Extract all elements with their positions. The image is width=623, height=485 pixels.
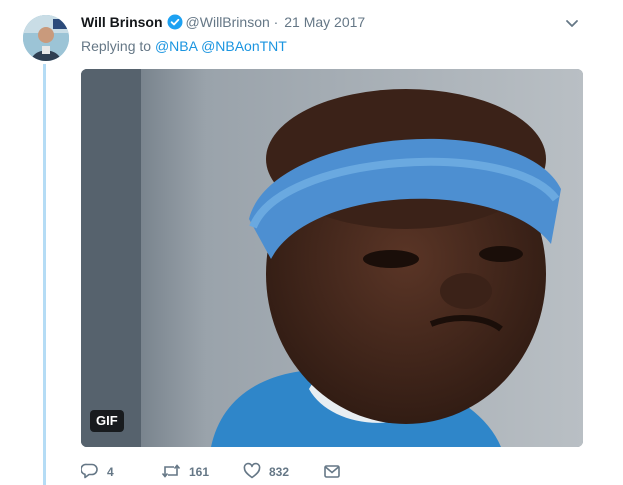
message-icon xyxy=(324,465,340,478)
mention-nbaontnt[interactable]: @NBAonTNT xyxy=(201,38,287,54)
tweet-header: Will Brinson @WillBrinson · 21 May 2017 xyxy=(81,12,365,32)
replying-to-label: Replying to xyxy=(81,38,152,54)
tweet-date[interactable]: 21 May 2017 xyxy=(284,14,365,30)
like-button[interactable]: 832 xyxy=(243,462,289,482)
like-icon xyxy=(243,462,261,479)
gif-media[interactable]: GIF xyxy=(81,69,583,447)
retweet-button[interactable]: 161 xyxy=(161,462,209,482)
author-handle[interactable]: @WillBrinson xyxy=(186,14,270,30)
avatar[interactable] xyxy=(23,15,69,61)
retweet-icon xyxy=(161,464,181,478)
reply-count: 4 xyxy=(107,465,114,479)
replying-to: Replying to @NBA @NBAonTNT xyxy=(81,36,287,56)
reply-button[interactable]: 4 xyxy=(80,462,114,482)
mention-nba[interactable]: @NBA xyxy=(155,38,197,54)
like-count: 832 xyxy=(269,465,290,479)
gif-image xyxy=(81,69,583,447)
gif-badge: GIF xyxy=(90,410,124,432)
tweet-card[interactable]: Will Brinson @WillBrinson · 21 May 2017 R… xyxy=(0,0,623,485)
retweet-count: 161 xyxy=(189,465,210,479)
separator-dot: · xyxy=(273,14,279,30)
direct-message-button[interactable] xyxy=(323,462,341,482)
reply-icon xyxy=(80,463,98,479)
verified-icon xyxy=(167,14,183,35)
chevron-down-icon[interactable] xyxy=(563,14,581,32)
thread-line xyxy=(43,64,46,485)
author-name[interactable]: Will Brinson xyxy=(81,14,163,30)
